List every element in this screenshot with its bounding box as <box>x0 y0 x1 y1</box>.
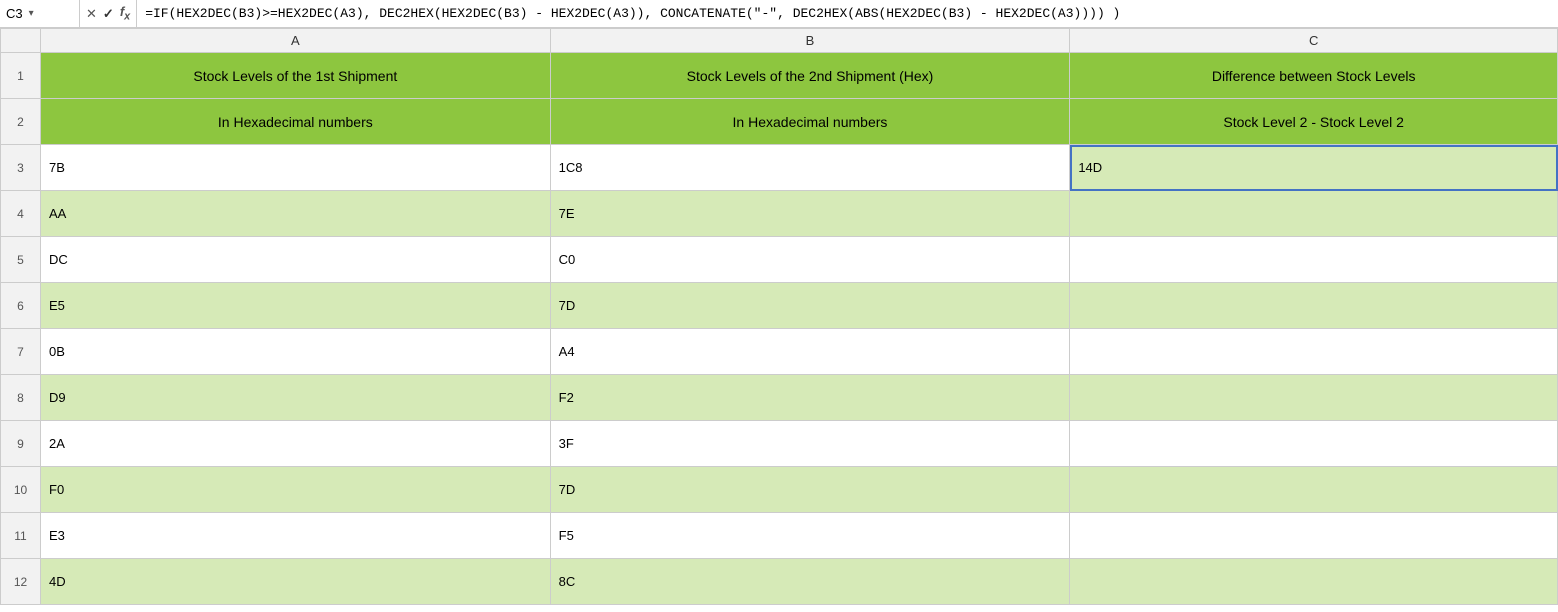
data-cell-r6-c1[interactable]: 7D <box>550 283 1070 329</box>
row-number-12: 12 <box>1 559 41 605</box>
data-cell-r4-c0[interactable]: AA <box>41 191 551 237</box>
cell-ref-dropdown-icon[interactable]: ▾ <box>29 8 34 19</box>
data-cell-r5-c0[interactable]: DC <box>41 237 551 283</box>
row-number-1: 1 <box>1 53 41 99</box>
formula-icons-group: ✕ ✓ fx <box>80 0 137 27</box>
data-cell-r7-c1[interactable]: A4 <box>550 329 1070 375</box>
cancel-formula-icon[interactable]: ✕ <box>86 6 97 22</box>
data-cell-r10-c2[interactable] <box>1070 467 1558 513</box>
data-cell-r3-c2[interactable]: 14D <box>1070 145 1558 191</box>
formula-input[interactable]: =IF(HEX2DEC(B3)>=HEX2DEC(A3), DEC2HEX(HE… <box>137 6 1558 21</box>
row-number-9: 9 <box>1 421 41 467</box>
table-row: 92A3F <box>1 421 1558 467</box>
table-row: 4AA7E <box>1 191 1558 237</box>
data-cell-r3-c1[interactable]: 1C8 <box>550 145 1070 191</box>
data-cell-r9-c0[interactable]: 2A <box>41 421 551 467</box>
row-number-7: 7 <box>1 329 41 375</box>
data-cell-r8-c0[interactable]: D9 <box>41 375 551 421</box>
data-cell-r4-c1[interactable]: 7E <box>550 191 1070 237</box>
header-cell-r2-c2[interactable]: Stock Level 2 - Stock Level 2 <box>1070 99 1558 145</box>
data-cell-r5-c2[interactable] <box>1070 237 1558 283</box>
row-number-11: 11 <box>1 513 41 559</box>
data-cell-r12-c1[interactable]: 8C <box>550 559 1070 605</box>
data-cell-r4-c2[interactable] <box>1070 191 1558 237</box>
confirm-formula-icon[interactable]: ✓ <box>103 6 114 22</box>
header-cell-r2-c0[interactable]: In Hexadecimal numbers <box>41 99 551 145</box>
col-header-a[interactable]: A <box>41 29 551 53</box>
data-cell-r11-c1[interactable]: F5 <box>550 513 1070 559</box>
table-row: 124D8C <box>1 559 1558 605</box>
table-row: 2In Hexadecimal numbersIn Hexadecimal nu… <box>1 99 1558 145</box>
column-headers-row: A B C <box>1 29 1558 53</box>
data-cell-r10-c0[interactable]: F0 <box>41 467 551 513</box>
row-number-4: 4 <box>1 191 41 237</box>
data-cell-r12-c0[interactable]: 4D <box>41 559 551 605</box>
table-row: 8D9F2 <box>1 375 1558 421</box>
insert-function-icon[interactable]: fx <box>120 4 130 23</box>
table-row: 1Stock Levels of the 1st ShipmentStock L… <box>1 53 1558 99</box>
table-row: 10F07D <box>1 467 1558 513</box>
formula-bar: C3 ▾ ✕ ✓ fx =IF(HEX2DEC(B3)>=HEX2DEC(A3)… <box>0 0 1558 28</box>
cell-reference-label: C3 <box>6 6 23 21</box>
row-number-10: 10 <box>1 467 41 513</box>
table-row: 11E3F5 <box>1 513 1558 559</box>
row-number-2: 2 <box>1 99 41 145</box>
table-row: 5DCC0 <box>1 237 1558 283</box>
table-row: 37B1C814D <box>1 145 1558 191</box>
data-cell-r9-c2[interactable] <box>1070 421 1558 467</box>
header-cell-r2-c1[interactable]: In Hexadecimal numbers <box>550 99 1070 145</box>
data-cell-r10-c1[interactable]: 7D <box>550 467 1070 513</box>
data-cell-r8-c1[interactable]: F2 <box>550 375 1070 421</box>
data-cell-r12-c2[interactable] <box>1070 559 1558 605</box>
header-cell-r1-c2[interactable]: Difference between Stock Levels <box>1070 53 1558 99</box>
data-cell-r3-c0[interactable]: 7B <box>41 145 551 191</box>
row-number-6: 6 <box>1 283 41 329</box>
header-cell-r1-c0[interactable]: Stock Levels of the 1st Shipment <box>41 53 551 99</box>
corner-cell <box>1 29 41 53</box>
data-cell-r6-c0[interactable]: E5 <box>41 283 551 329</box>
data-cell-r11-c2[interactable] <box>1070 513 1558 559</box>
data-cell-r6-c2[interactable] <box>1070 283 1558 329</box>
row-number-5: 5 <box>1 237 41 283</box>
data-cell-r7-c0[interactable]: 0B <box>41 329 551 375</box>
col-header-c[interactable]: C <box>1070 29 1558 53</box>
data-cell-r11-c0[interactable]: E3 <box>41 513 551 559</box>
row-number-3: 3 <box>1 145 41 191</box>
data-cell-r7-c2[interactable] <box>1070 329 1558 375</box>
col-header-b[interactable]: B <box>550 29 1070 53</box>
data-cell-r5-c1[interactable]: C0 <box>550 237 1070 283</box>
table-row: 6E57D <box>1 283 1558 329</box>
data-cell-r9-c1[interactable]: 3F <box>550 421 1070 467</box>
cell-reference-box[interactable]: C3 ▾ <box>0 0 80 27</box>
header-cell-r1-c1[interactable]: Stock Levels of the 2nd Shipment (Hex) <box>550 53 1070 99</box>
spreadsheet-table: A B C 1Stock Levels of the 1st ShipmentS… <box>0 28 1558 605</box>
spreadsheet-grid: A B C 1Stock Levels of the 1st ShipmentS… <box>0 28 1558 605</box>
data-cell-r8-c2[interactable] <box>1070 375 1558 421</box>
table-row: 70BA4 <box>1 329 1558 375</box>
row-number-8: 8 <box>1 375 41 421</box>
